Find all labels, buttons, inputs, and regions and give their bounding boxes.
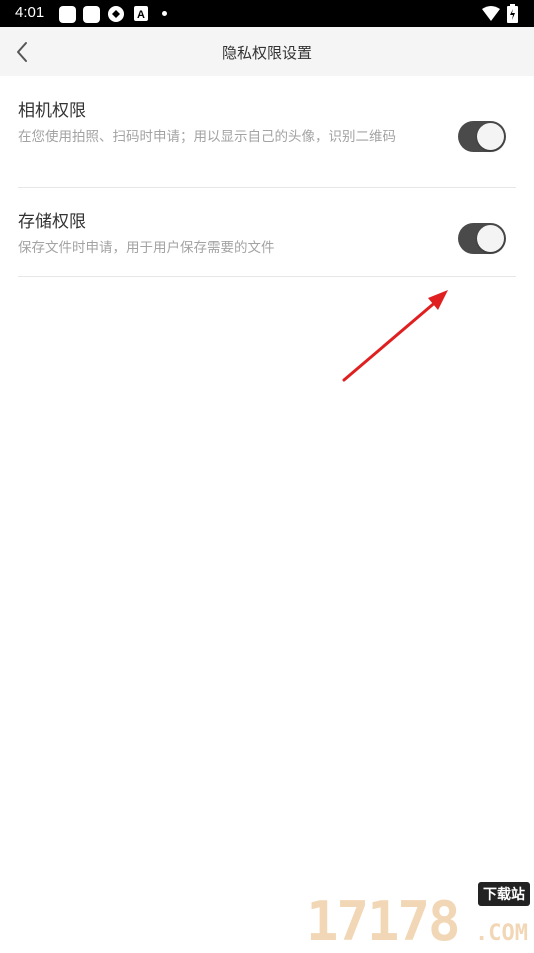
watermark-tag: 下载站 xyxy=(478,882,530,906)
svg-text:A: A xyxy=(137,9,145,21)
watermark-domain: .COM xyxy=(475,921,528,946)
storage-permission-toggle[interactable] xyxy=(458,223,506,254)
camera-permission-toggle[interactable] xyxy=(458,121,506,152)
permission-title: 存储权限 xyxy=(18,212,86,232)
sync-icon xyxy=(108,6,124,22)
more-notifications-dot xyxy=(162,11,167,16)
permission-row-storage: 存储权限 保存文件时申请，用于用户保存需要的文件 xyxy=(0,188,534,276)
page-title: 隐私权限设置 xyxy=(221,44,312,62)
header-bar: 隐私权限设置 xyxy=(0,27,534,76)
wifi-icon xyxy=(482,6,500,21)
font-icon: A xyxy=(134,6,148,21)
divider xyxy=(18,276,516,277)
watermark-number: 17178 xyxy=(306,890,461,953)
status-time: 4:01 xyxy=(15,4,45,21)
app-notification-icon xyxy=(83,6,100,23)
toggle-knob xyxy=(477,123,504,150)
annotation-arrow xyxy=(342,290,448,382)
app-notification-icon xyxy=(59,6,76,23)
battery-icon xyxy=(507,4,518,23)
status-bar: 4:01 A xyxy=(0,0,534,27)
permission-description: 在您使用拍照、扫码时申请；用以显示自己的头像，识别二维码 xyxy=(18,129,396,145)
toggle-knob xyxy=(477,225,504,252)
permission-description: 保存文件时申请，用于用户保存需要的文件 xyxy=(18,240,275,256)
site-watermark: 17178 下载站 .COM xyxy=(304,880,534,953)
permission-row-camera: 相机权限 在您使用拍照、扫码时申请；用以显示自己的头像，识别二维码 xyxy=(0,76,534,188)
permission-title: 相机权限 xyxy=(18,101,86,121)
